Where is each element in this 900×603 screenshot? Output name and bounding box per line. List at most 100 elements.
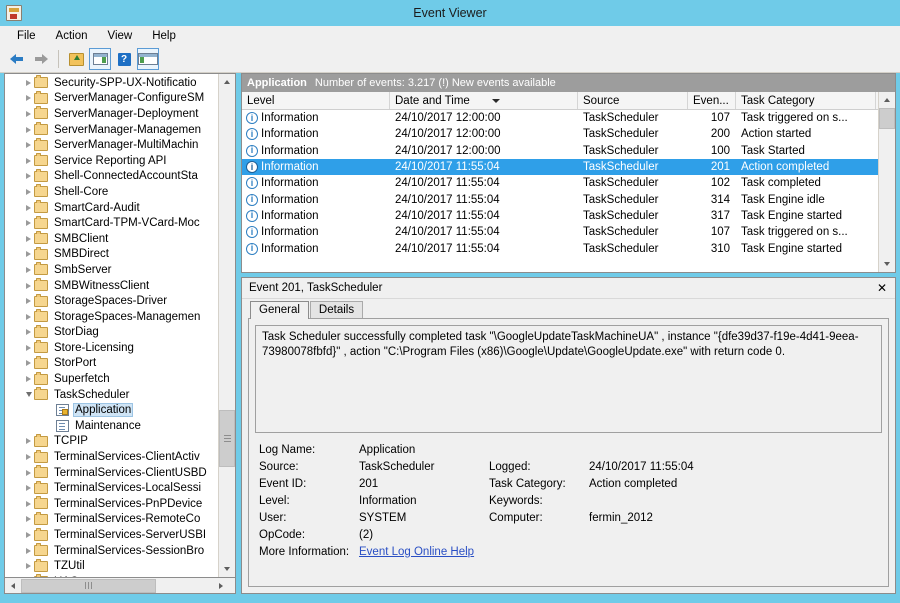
- tree-item[interactable]: SmartCard-TPM-VCard-Moc: [5, 215, 218, 231]
- tree-scroll-right-button[interactable]: [219, 579, 235, 593]
- close-icon[interactable]: ✕: [875, 281, 889, 295]
- tree-horizontal-scrollbar[interactable]: [4, 578, 236, 594]
- tree-item[interactable]: Store-Licensing: [5, 340, 218, 356]
- expand-collapsed-icon[interactable]: [23, 157, 34, 164]
- expand-collapsed-icon[interactable]: [23, 142, 34, 149]
- tree-scroll-thumb[interactable]: [219, 410, 235, 467]
- tree-hscroll-thumb[interactable]: [21, 578, 156, 593]
- expand-collapsed-icon[interactable]: [23, 563, 34, 570]
- tree-item[interactable]: Shell-ConnectedAccountSta: [5, 168, 218, 185]
- table-row[interactable]: i Information 24/10/2017 11:55:04 TaskSched…: [242, 175, 878, 191]
- tree-item[interactable]: ServerManager-Deployment: [5, 106, 218, 122]
- table-row[interactable]: i Information 24/10/2017 12:00:00 TaskSched…: [242, 143, 878, 159]
- tree-item[interactable]: Shell-Core: [5, 184, 218, 200]
- events-vertical-scrollbar[interactable]: [878, 92, 895, 272]
- expand-collapsed-icon[interactable]: [23, 95, 34, 102]
- tree-item[interactable]: Service Reporting API: [5, 153, 218, 169]
- tree-item[interactable]: StorageSpaces-Driver: [5, 293, 218, 309]
- tree-item[interactable]: TerminalServices-ClientActiv: [5, 449, 218, 465]
- tree-item[interactable]: TerminalServices-SessionBro: [5, 543, 218, 559]
- expand-collapsed-icon[interactable]: [23, 438, 34, 445]
- expand-collapsed-icon[interactable]: [23, 454, 34, 461]
- tree-item[interactable]: Application: [5, 402, 218, 418]
- tree-scroll-track[interactable]: [219, 90, 235, 561]
- table-row[interactable]: i Information 24/10/2017 11:55:04 TaskSched…: [242, 224, 878, 240]
- tree-item[interactable]: UAC: [5, 574, 218, 577]
- events-scroll-thumb[interactable]: [879, 108, 895, 129]
- menu-item-action[interactable]: Action: [47, 28, 97, 44]
- tree-item[interactable]: SMBDirect: [5, 246, 218, 263]
- tab-general[interactable]: General: [250, 301, 309, 319]
- tree-item[interactable]: TerminalServices-ClientUSBD: [5, 465, 218, 481]
- tree-item[interactable]: TCPIP: [5, 433, 218, 450]
- menu-item-view[interactable]: View: [99, 28, 142, 44]
- tree-hscroll-track[interactable]: [21, 578, 219, 593]
- expand-collapsed-icon[interactable]: [23, 469, 34, 476]
- tree-item[interactable]: TerminalServices-RemoteCo: [5, 511, 218, 528]
- tree-item[interactable]: StorPort: [5, 355, 218, 372]
- column-header-task-category[interactable]: Task Category: [736, 92, 876, 109]
- expand-collapsed-icon[interactable]: [23, 376, 34, 383]
- event-log-online-help-link[interactable]: Event Log Online Help: [359, 546, 474, 558]
- expand-collapsed-icon[interactable]: [23, 532, 34, 539]
- tree-item[interactable]: TerminalServices-ServerUSBI: [5, 527, 218, 543]
- menu-item-help[interactable]: Help: [143, 28, 185, 44]
- tree-scroll-up-button[interactable]: [219, 74, 235, 90]
- tree-item[interactable]: ServerManager-MultiMachin: [5, 137, 218, 153]
- console-tree-list[interactable]: Security-SPP-UX-Notificatio ServerManager…: [5, 74, 218, 577]
- show-hide-action-pane-button[interactable]: [137, 48, 159, 70]
- column-header-date-and-time[interactable]: Date and Time: [390, 92, 578, 109]
- table-row[interactable]: i Information 24/10/2017 11:55:04 TaskSched…: [242, 158, 878, 176]
- tree-item[interactable]: SmartCard-Audit: [5, 200, 218, 216]
- tree-item[interactable]: SMBClient: [5, 231, 218, 247]
- expand-collapsed-icon[interactable]: [23, 485, 34, 492]
- help-button[interactable]: ?: [113, 48, 135, 70]
- table-row[interactable]: i Information 24/10/2017 11:55:04 TaskSched…: [242, 240, 878, 256]
- column-header-level[interactable]: Level: [242, 92, 390, 109]
- forward-button[interactable]: [30, 48, 52, 70]
- column-header-source[interactable]: Source: [578, 92, 688, 109]
- column-header-even[interactable]: Even...: [688, 92, 736, 109]
- up-one-level-button[interactable]: [65, 48, 87, 70]
- expand-collapsed-icon[interactable]: [23, 79, 34, 86]
- tree-item[interactable]: TZUtil: [5, 558, 218, 574]
- tree-item[interactable]: Superfetch: [5, 371, 218, 387]
- expand-collapsed-icon[interactable]: [23, 126, 34, 133]
- expand-collapsed-icon[interactable]: [23, 329, 34, 336]
- tree-item[interactable]: StorageSpaces-Managemen: [5, 309, 218, 325]
- expand-collapsed-icon[interactable]: [23, 110, 34, 117]
- expand-collapsed-icon[interactable]: [23, 188, 34, 195]
- expand-collapsed-icon[interactable]: [23, 547, 34, 554]
- tree-item[interactable]: StorDiag: [5, 324, 218, 341]
- back-button[interactable]: [6, 48, 28, 70]
- show-hide-console-tree-button[interactable]: [89, 48, 111, 70]
- menu-item-file[interactable]: File: [8, 28, 45, 44]
- expand-collapsed-icon[interactable]: [23, 220, 34, 227]
- tree-item[interactable]: SMBWitnessClient: [5, 278, 218, 294]
- tree-item[interactable]: ServerManager-Managemen: [5, 122, 218, 138]
- events-column-header[interactable]: Level Date and Time Source Even... Task Cate…: [242, 92, 878, 110]
- events-scroll-down-button[interactable]: [879, 256, 895, 272]
- table-row[interactable]: i Information 24/10/2017 11:55:04 TaskSched…: [242, 208, 878, 224]
- tree-item[interactable]: SmbServer: [5, 262, 218, 278]
- tree-vertical-scrollbar[interactable]: [218, 74, 235, 577]
- tree-scroll-left-button[interactable]: [5, 579, 21, 593]
- events-row-list[interactable]: i Information 24/10/2017 12:00:00 TaskSched…: [242, 110, 878, 272]
- tree-item[interactable]: Security-SPP-UX-Notificatio: [5, 75, 218, 91]
- expand-collapsed-icon[interactable]: [23, 173, 34, 180]
- tab-details[interactable]: Details: [309, 301, 364, 318]
- expand-expanded-icon[interactable]: [23, 392, 34, 398]
- tree-item[interactable]: ServerManager-ConfigureSM: [5, 90, 218, 107]
- tree-scroll-down-button[interactable]: [219, 561, 235, 577]
- events-scroll-up-button[interactable]: [879, 92, 895, 108]
- expand-collapsed-icon[interactable]: [23, 266, 34, 273]
- expand-collapsed-icon[interactable]: [23, 251, 34, 258]
- tree-item[interactable]: TerminalServices-LocalSessi: [5, 480, 218, 496]
- expand-collapsed-icon[interactable]: [23, 313, 34, 320]
- table-row[interactable]: i Information 24/10/2017 12:00:00 TaskSched…: [242, 126, 878, 142]
- column-header-blank[interactable]: [876, 92, 878, 109]
- expand-collapsed-icon[interactable]: [23, 282, 34, 289]
- expand-collapsed-icon[interactable]: [23, 500, 34, 507]
- tree-item[interactable]: TaskScheduler: [5, 387, 218, 403]
- events-scroll-track[interactable]: [879, 108, 895, 256]
